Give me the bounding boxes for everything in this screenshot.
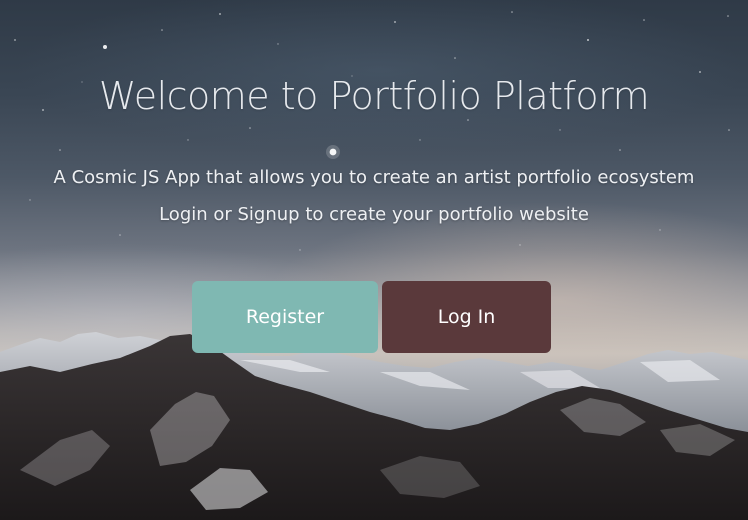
hero-tagline: Login or Signup to create your portfolio…	[159, 204, 589, 225]
register-button[interactable]: Register	[192, 281, 378, 353]
hero-subtitle: A Cosmic JS App that allows you to creat…	[53, 167, 695, 188]
hero-section: Welcome to Portfolio Platform A Cosmic J…	[0, 0, 748, 520]
hero-content: Welcome to Portfolio Platform A Cosmic J…	[0, 0, 748, 520]
page-title: Welcome to Portfolio Platform	[98, 74, 650, 118]
login-button[interactable]: Log In	[382, 281, 551, 353]
